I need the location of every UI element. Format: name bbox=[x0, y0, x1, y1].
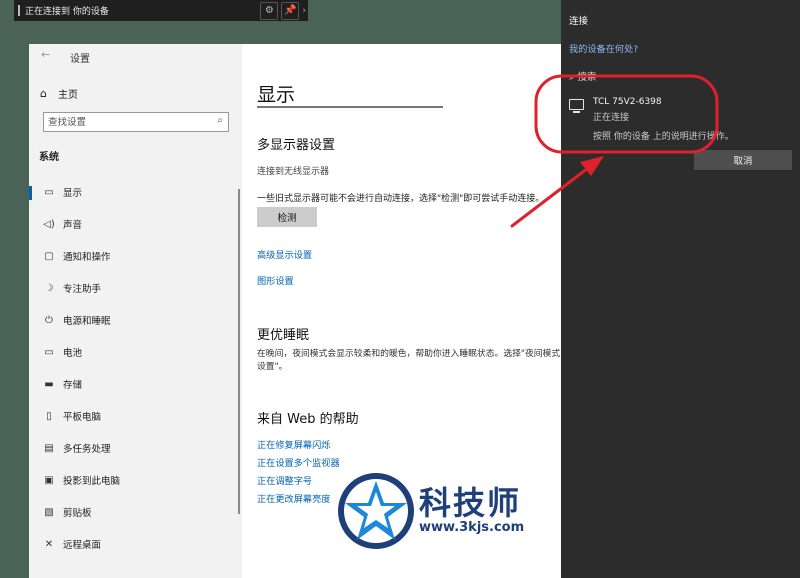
sleep-description: 在晚间，夜间模式会显示较柔和的暖色，帮助你进入睡眠状态。选择"夜间模式设置"。 bbox=[257, 349, 561, 372]
search-input[interactable] bbox=[48, 116, 208, 128]
sidebar-item-battery[interactable]: ▭ 电池 bbox=[29, 336, 242, 368]
help-link[interactable]: 正在调整字号 bbox=[257, 473, 312, 487]
sidebar-item-tablet[interactable]: ▯ 平板电脑 bbox=[29, 400, 242, 432]
speaker-icon: ◁) bbox=[43, 218, 55, 230]
sidebar-item-remote-desktop[interactable]: ✕ 远程桌面 bbox=[29, 528, 242, 560]
sidebar-item-label: 电池 bbox=[63, 348, 83, 359]
settings-titlebar: ← 设置 bbox=[29, 44, 242, 66]
search-icon: ⌕ bbox=[217, 115, 223, 126]
sidebar-item-label: 通知和操作 bbox=[63, 252, 111, 263]
advanced-display-link[interactable]: 高级显示设置 bbox=[257, 247, 312, 261]
toolbar-title: 正在连接到 你的设备 bbox=[25, 7, 109, 17]
sidebar-item-label: 存储 bbox=[63, 380, 83, 391]
battery-icon: ▭ bbox=[44, 346, 54, 358]
settings-sidebar: ← 设置 ⌂ 主页 ⌕ 系统 ▭ 显示 ◁) 声音 ▢ 通知和操作 bbox=[29, 44, 242, 578]
help-link[interactable]: 正在更改屏幕亮度 bbox=[257, 491, 331, 505]
sidebar-nav: ▭ 显示 ◁) 声音 ▢ 通知和操作 ☽ 专注助手 ⏻ 电源和睡眠 ▭ 电池 ▬… bbox=[29, 176, 242, 560]
sidebar-item-project[interactable]: ▣ 投影到此电脑 bbox=[29, 464, 242, 496]
watermark: 科技师 www.3kjs.com bbox=[335, 468, 555, 573]
sidebar-item-label: 显示 bbox=[63, 188, 83, 199]
sidebar-item-label: 远程桌面 bbox=[63, 540, 102, 551]
watermark-brand: 科技师 bbox=[419, 484, 522, 522]
device-name: TCL 75V2-6398 bbox=[593, 97, 662, 107]
settings-search[interactable]: ⌕ bbox=[43, 112, 229, 132]
sidebar-item-label: 声音 bbox=[63, 220, 83, 231]
sidebar-item-storage[interactable]: ▬ 存储 bbox=[29, 368, 242, 400]
power-icon: ⏻ bbox=[45, 314, 53, 326]
back-arrow-icon[interactable]: ← bbox=[41, 48, 50, 61]
help-link[interactable]: 正在设置多个监视器 bbox=[257, 455, 340, 469]
sidebar-item-power[interactable]: ⏻ 电源和睡眠 bbox=[29, 304, 242, 336]
sidebar-item-label: 专注助手 bbox=[63, 284, 102, 295]
sidebar-item-focus-assist[interactable]: ☽ 专注助手 bbox=[29, 272, 242, 304]
sidebar-item-label: 投影到此电脑 bbox=[63, 476, 121, 487]
help-link[interactable]: 正在修复屏幕闪烁 bbox=[257, 437, 331, 451]
page-title: 显示 bbox=[257, 84, 296, 106]
search-icon: ⌕ bbox=[569, 72, 575, 83]
cancel-button[interactable]: 取消 bbox=[694, 150, 792, 170]
sidebar-home[interactable]: ⌂ 主页 bbox=[40, 86, 78, 101]
wireless-connect-link[interactable]: 连接到无线显示器 bbox=[257, 164, 329, 177]
sidebar-item-sound[interactable]: ◁) 声音 bbox=[29, 208, 242, 240]
sleep-heading: 更优睡眠 bbox=[257, 328, 310, 343]
multitask-icon: ▤ bbox=[44, 442, 54, 454]
section-label: 系统 bbox=[39, 152, 59, 163]
connecting-toolbar: 正在连接到 你的设备 ⚙ 📌 › bbox=[14, 0, 308, 21]
tablet-icon: ▯ bbox=[46, 410, 52, 422]
sidebar-item-clipboard[interactable]: ▧ 剪贴板 bbox=[29, 496, 242, 528]
sidebar-item-label: 剪贴板 bbox=[63, 508, 92, 519]
connect-title: 连接 bbox=[569, 16, 589, 27]
sidebar-item-label: 平板电脑 bbox=[63, 412, 102, 423]
notification-icon: ▢ bbox=[44, 250, 54, 262]
toolbar-grip[interactable] bbox=[18, 5, 20, 16]
device-status: 正在连接 bbox=[593, 113, 630, 123]
pin-icon[interactable]: 📌 bbox=[281, 1, 300, 20]
multi-display-heading: 多显示器设置 bbox=[257, 138, 336, 153]
remote-desktop-icon: ✕ bbox=[44, 538, 54, 550]
monitor-icon: ▭ bbox=[44, 186, 54, 198]
connect-pane: 连接 我的设备在何处? ⌕ 搜索 TCL 75V2-6398 正在连接 按照 你… bbox=[561, 0, 800, 578]
graphics-settings-link[interactable]: 图形设置 bbox=[257, 273, 294, 287]
storage-icon: ▬ bbox=[44, 378, 54, 390]
gear-icon[interactable]: ⚙ bbox=[260, 1, 279, 20]
monitor-icon bbox=[569, 99, 584, 113]
home-label: 主页 bbox=[58, 90, 78, 101]
where-is-my-device-link[interactable]: 我的设备在何处? bbox=[569, 41, 638, 55]
sidebar-item-label: 多任务处理 bbox=[63, 444, 111, 455]
chevron-icon[interactable]: › bbox=[302, 6, 306, 16]
sidebar-item-display[interactable]: ▭ 显示 bbox=[29, 176, 242, 208]
sidebar-item-multitasking[interactable]: ▤ 多任务处理 bbox=[29, 432, 242, 464]
home-icon: ⌂ bbox=[40, 87, 47, 100]
sidebar-item-notifications[interactable]: ▢ 通知和操作 bbox=[29, 240, 242, 272]
moon-icon: ☽ bbox=[44, 282, 54, 294]
detect-note: 一些旧式显示器可能不会进行自动连接，选择"检测"即可尝试手动连接。 bbox=[257, 194, 545, 204]
searching-label: 搜索 bbox=[577, 72, 597, 83]
searching-status: ⌕ 搜索 bbox=[569, 69, 596, 83]
clipboard-icon: ▧ bbox=[44, 506, 54, 518]
device-instruction: 按照 你的设备 上的说明进行操作。 bbox=[593, 132, 734, 142]
project-icon: ▣ bbox=[44, 474, 54, 486]
help-heading: 来自 Web 的帮助 bbox=[257, 412, 359, 427]
app-title: 设置 bbox=[70, 54, 90, 65]
title-divider bbox=[257, 106, 443, 108]
sidebar-item-label: 电源和睡眠 bbox=[63, 316, 111, 327]
sidebar-scrollbar[interactable] bbox=[238, 189, 240, 514]
detect-button[interactable]: 检测 bbox=[257, 207, 317, 227]
star-logo-icon bbox=[338, 473, 414, 549]
watermark-url: www.3kjs.com bbox=[419, 520, 525, 535]
